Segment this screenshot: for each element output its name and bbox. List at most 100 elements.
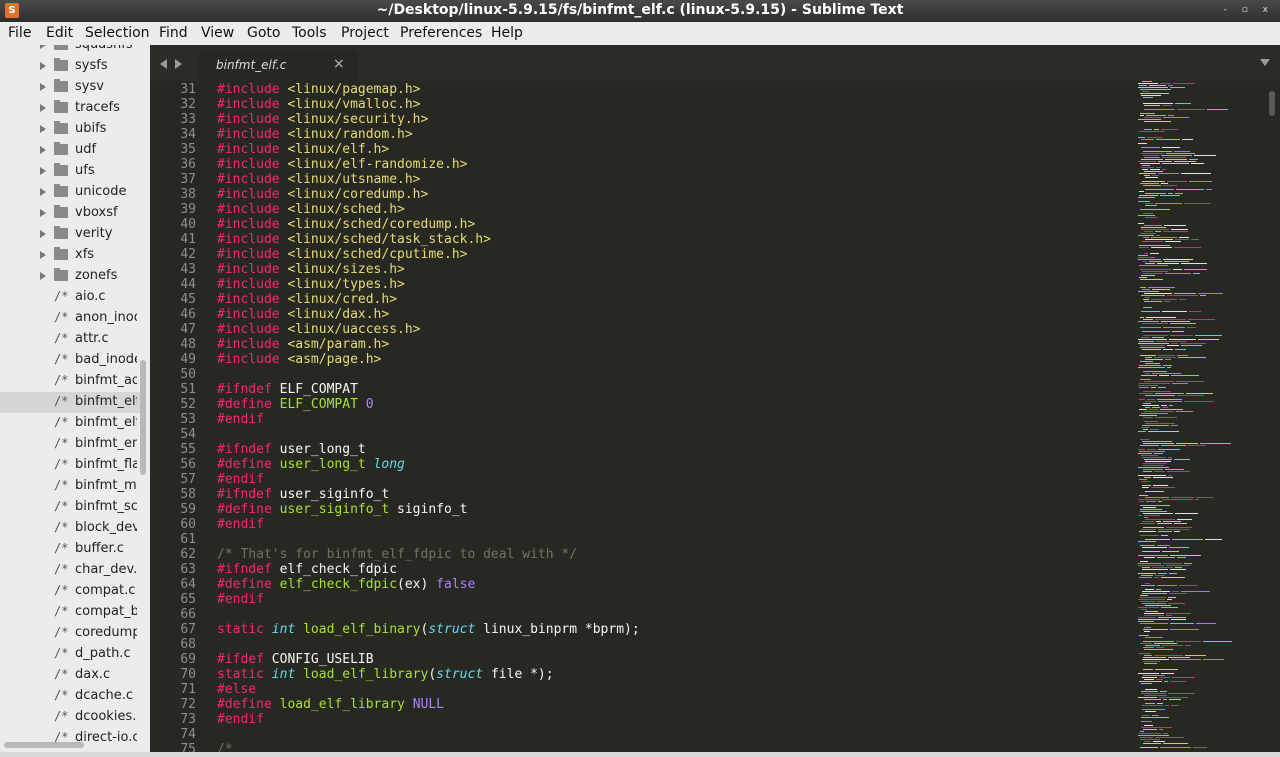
sidebar-file[interactable]: /* dcookies.c [0, 707, 140, 728]
sidebar: squashfs sysfs sysv tracefs ubifs udf ufs unico… [0, 45, 150, 757]
code-line: 50 [150, 367, 1140, 382]
sidebar-item-label: xfs [75, 247, 95, 262]
expand-arrow-icon[interactable] [40, 62, 46, 70]
expand-arrow-icon[interactable] [40, 209, 46, 217]
sidebar-item-label: squashfs [75, 45, 137, 52]
sidebar-file[interactable]: /* anon_inodes.c [0, 308, 140, 329]
sidebar-folder[interactable]: udf [0, 140, 140, 161]
window-controls[interactable]: - ▫ x [1224, 0, 1274, 21]
sidebar-item-label: binfmt_misc.c [75, 478, 137, 493]
sidebar-file[interactable]: /* binfmt_em86.c [0, 434, 140, 455]
sidebar-item-label: attr.c [75, 331, 109, 346]
code-line: 63 #ifndef elf_check_fdpic [150, 562, 1140, 577]
c-file-icon: /* [54, 562, 69, 576]
sidebar-file[interactable]: /* attr.c [0, 329, 140, 350]
menu-project[interactable]: Project [341, 25, 389, 41]
sidebar-file[interactable]: /* binfmt_elf_fdpic.c [0, 413, 140, 434]
expand-arrow-icon[interactable] [40, 83, 46, 91]
tab-bar: binfmt_elf.c × [150, 45, 1280, 81]
sidebar-file[interactable]: /* compat_binfmt_elf.c [0, 602, 140, 623]
menu-edit[interactable]: Edit [46, 25, 73, 41]
line-number: 66 [180, 607, 196, 622]
sidebar-folder[interactable]: ufs [0, 161, 140, 182]
line-number: 68 [180, 637, 196, 652]
sidebar-file[interactable]: /* binfmt_elf.c [0, 392, 140, 413]
code-line: 58 #ifndef user_siginfo_t [150, 487, 1140, 502]
expand-arrow-icon[interactable] [40, 125, 46, 133]
sidebar-folder[interactable]: sysv [0, 77, 140, 98]
code-text: #include <linux/dax.h> [217, 307, 390, 322]
menu-preferences[interactable]: Preferences [400, 25, 482, 41]
sidebar-file[interactable]: /* binfmt_flat.c [0, 455, 140, 476]
menu-help[interactable]: Help [491, 25, 523, 41]
tab-close-icon[interactable]: × [333, 56, 345, 72]
expand-arrow-icon[interactable] [40, 45, 46, 49]
menu-find[interactable]: Find [159, 25, 188, 41]
sidebar-file[interactable]: /* block_dev.c [0, 518, 140, 539]
code-text: #include <linux/sched/coredump.h> [217, 217, 476, 232]
sidebar-horizontal-scrollbar[interactable] [4, 742, 84, 748]
tab-list-dropdown-icon[interactable] [1260, 59, 1270, 66]
next-tab-arrow-icon[interactable] [175, 59, 182, 69]
sidebar-folder[interactable]: verity [0, 224, 140, 245]
sidebar-file[interactable]: /* binfmt_script.c [0, 497, 140, 518]
expand-arrow-icon[interactable] [40, 251, 46, 259]
c-file-icon: /* [54, 604, 69, 618]
line-number: 45 [180, 292, 196, 307]
folder-icon [54, 121, 68, 134]
sidebar-file[interactable]: /* compat.c [0, 581, 140, 602]
menu-view[interactable]: View [201, 25, 234, 41]
c-file-icon: /* [54, 583, 69, 597]
code-editor[interactable]: 31 #include <linux/pagemap.h> 32 #include <… [150, 81, 1280, 752]
code-line: 49 #include <asm/page.h> [150, 352, 1140, 367]
c-file-icon: /* [54, 646, 69, 660]
expand-arrow-icon[interactable] [40, 146, 46, 154]
sidebar-folder[interactable]: xfs [0, 245, 140, 266]
sidebar-file[interactable]: /* bad_inode.c [0, 350, 140, 371]
sidebar-folder[interactable]: ubifs [0, 119, 140, 140]
code-text: #ifndef elf_check_fdpic [217, 562, 398, 577]
menu-selection[interactable]: Selection [85, 25, 150, 41]
title-bar: S ~/Desktop/linux-5.9.15/fs/binfmt_elf.c… [0, 0, 1280, 22]
sidebar-file[interactable]: /* char_dev.c [0, 560, 140, 581]
sidebar-folder[interactable]: zonefs [0, 266, 140, 287]
sidebar-vertical-scrollbar[interactable] [140, 360, 146, 475]
sidebar-file[interactable]: /* binfmt_aout.c [0, 371, 140, 392]
expand-arrow-icon[interactable] [40, 272, 46, 280]
prev-tab-arrow-icon[interactable] [160, 59, 167, 69]
expand-arrow-icon[interactable] [40, 230, 46, 238]
tab-binfmt-elf[interactable]: binfmt_elf.c × [198, 51, 358, 81]
sidebar-file[interactable]: /* buffer.c [0, 539, 140, 560]
menu-file[interactable]: File [8, 25, 31, 41]
sidebar-folder[interactable]: unicode [0, 182, 140, 203]
code-line: 39 #include <linux/sched.h> [150, 202, 1140, 217]
expand-arrow-icon[interactable] [40, 188, 46, 196]
line-number: 41 [180, 232, 196, 247]
menu-tools[interactable]: Tools [292, 25, 327, 41]
code-line: 41 #include <linux/sched/task_stack.h> [150, 232, 1140, 247]
code-text: #include <linux/cred.h> [217, 292, 398, 307]
code-line: 59 #define user_siginfo_t siginfo_t [150, 502, 1140, 517]
code-text: #else [217, 682, 257, 697]
expand-arrow-icon[interactable] [40, 104, 46, 112]
editor-vertical-scrollbar[interactable] [1269, 91, 1275, 116]
sidebar-file[interactable]: /* d_path.c [0, 644, 140, 665]
sidebar-folder[interactable]: vboxsf [0, 203, 140, 224]
sidebar-file[interactable]: /* dcache.c [0, 686, 140, 707]
c-file-icon: /* [54, 289, 69, 303]
line-number: 36 [180, 157, 196, 172]
minimap[interactable] [1138, 81, 1270, 752]
code-text: #include <linux/sizes.h> [217, 262, 405, 277]
expand-arrow-icon[interactable] [40, 167, 46, 175]
sidebar-item-label: unicode [75, 184, 127, 199]
sidebar-file[interactable]: /* dax.c [0, 665, 140, 686]
code-text: /* That's for binfmt_elf_fdpic to deal w… [217, 547, 578, 562]
sidebar-folder[interactable]: tracefs [0, 98, 140, 119]
sidebar-file[interactable]: /* binfmt_misc.c [0, 476, 140, 497]
sidebar-file[interactable]: /* aio.c [0, 287, 140, 308]
sidebar-folder[interactable]: sysfs [0, 56, 140, 77]
line-number: 50 [180, 367, 196, 382]
sidebar-folder[interactable]: squashfs [0, 45, 140, 56]
sidebar-file[interactable]: /* coredump.c [0, 623, 140, 644]
menu-goto[interactable]: Goto [247, 25, 280, 41]
